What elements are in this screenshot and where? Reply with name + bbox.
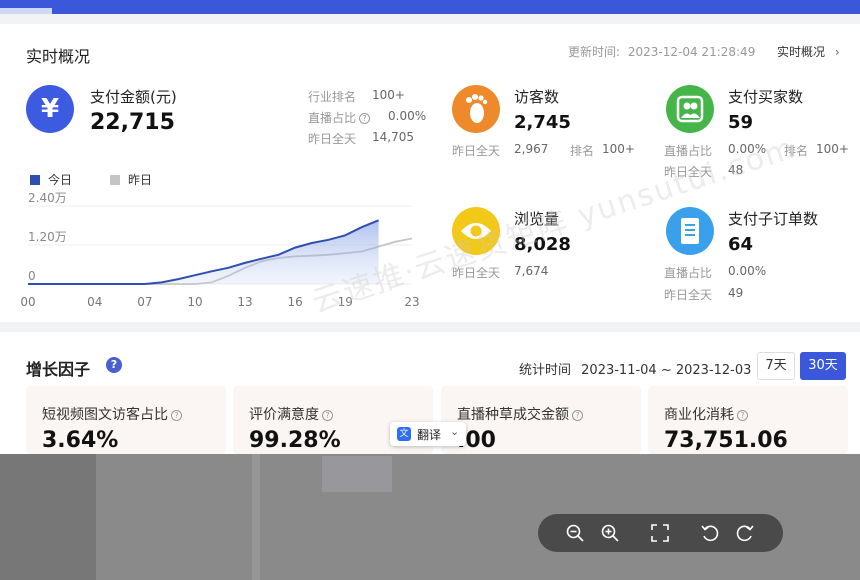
- y-tick-label: 0: [28, 269, 36, 283]
- yesterday-value: 14,705: [372, 130, 414, 144]
- update-time-label: 更新时间: 2023-12-04 21:28:49: [568, 43, 755, 60]
- realtime-overview-link[interactable]: 实时概况 ›: [777, 43, 840, 60]
- zoom-out-icon[interactable]: [565, 523, 585, 543]
- orders-value: 64: [728, 234, 754, 255]
- visitors-yesterday-value: 2,967: [514, 142, 549, 156]
- payment-label: 支付金额(元): [90, 88, 177, 106]
- card-value: 99.28%: [249, 428, 341, 453]
- card-label-text: 商业化消耗: [664, 407, 734, 423]
- update-time: 2023-12-04 21:28:49: [627, 45, 756, 59]
- growth-card-ad-spend[interactable]: 商业化消耗? 73,751.06: [648, 386, 848, 454]
- legend-today-label: 今日: [48, 173, 73, 187]
- yuan-icon: ¥: [26, 85, 74, 133]
- visitors-yesterday-label: 昨日全天: [452, 144, 501, 158]
- legend-yesterday-label: 昨日: [128, 173, 153, 187]
- translate-icon: 文: [397, 427, 411, 441]
- y-tick-label: 1.20万: [28, 230, 67, 244]
- legend-today[interactable]: 今日: [30, 171, 72, 188]
- help-icon[interactable]: ?: [322, 409, 333, 421]
- orders-live-value: 0.00%: [728, 264, 767, 278]
- card-value: 73,751.06: [664, 428, 788, 453]
- chevron-right-icon: ›: [834, 45, 840, 59]
- stat-time: 统计时间 2023-11-04 ~ 2023-12-03: [519, 359, 751, 378]
- zoom-in-icon[interactable]: [600, 523, 620, 543]
- visitors-rank-value: 100+: [602, 142, 635, 156]
- x-tick-label: 10: [187, 295, 202, 309]
- stat-time-label: 统计时间: [519, 363, 572, 378]
- realtime-title: 实时概况: [26, 47, 91, 66]
- document-icon: [666, 207, 714, 255]
- rank-value: 100+: [372, 88, 405, 102]
- legend-yesterday[interactable]: 昨日: [110, 171, 152, 188]
- orders-live-label: 直播占比: [664, 266, 713, 280]
- buyers-value: 59: [728, 112, 754, 133]
- x-tick-label: 07: [137, 295, 152, 309]
- image-viewer-toolbar: [538, 514, 783, 552]
- realtime-link-label: 实时概况: [777, 45, 826, 59]
- rank-label: 行业排名: [308, 90, 357, 104]
- legend-yesterday-swatch: [110, 175, 120, 185]
- stat-time-range: 2023-11-04 ~ 2023-12-03: [581, 363, 752, 378]
- buyers-rank-value: 100+: [816, 142, 849, 156]
- x-tick-label: 04: [87, 295, 102, 309]
- chevron-down-icon[interactable]: ⌄: [450, 425, 459, 438]
- fullscreen-icon[interactable]: [650, 523, 670, 543]
- update-label: 更新时间:: [568, 45, 621, 59]
- card-label: 评价满意度?: [249, 404, 333, 424]
- x-tick-label: 13: [237, 295, 252, 309]
- rotate-left-icon[interactable]: [700, 523, 720, 543]
- thumbnail-preview[interactable]: [322, 456, 392, 492]
- card-label-text: 短视频图文访客占比: [42, 407, 168, 423]
- help-icon[interactable]: ?: [359, 113, 371, 124]
- live-share-text: 直播占比: [308, 111, 357, 125]
- help-icon[interactable]: ?: [737, 409, 748, 421]
- x-tick-label: 16: [287, 295, 302, 309]
- card-label: 商业化消耗?: [664, 404, 748, 424]
- card-label-text: 评价满意度: [249, 407, 319, 423]
- range-30d-button[interactable]: 30天: [800, 352, 846, 380]
- help-icon[interactable]: ?: [106, 357, 122, 373]
- pageviews-yesterday-value: 7,674: [514, 264, 549, 278]
- visitors-value: 2,745: [514, 112, 571, 133]
- card-label: 短视频图文访客占比?: [42, 404, 182, 424]
- viewer-overlay-left: [0, 454, 96, 580]
- x-tick-label: 00: [20, 295, 35, 309]
- yesterday-label: 昨日全天: [308, 132, 357, 146]
- visitors-rank-label: 排名: [570, 144, 595, 158]
- translate-label: 翻译: [417, 428, 442, 442]
- growth-card-live-gmv[interactable]: 直播种草成交金额? .00: [441, 386, 641, 454]
- payment-value: 22,715: [90, 110, 175, 135]
- active-tab-indicator: [0, 8, 52, 14]
- growth-card-video-share[interactable]: 短视频图文访客占比? 3.64%: [26, 386, 226, 454]
- card-label-text: 直播种草成交金额: [457, 407, 569, 423]
- y-tick-label: 2.40万: [28, 191, 67, 205]
- visitors-label: 访客数: [514, 88, 560, 106]
- top-nav-bar: [0, 0, 860, 14]
- x-tick-label: 23: [404, 295, 419, 309]
- translate-popup[interactable]: 文 翻译 ⌄: [390, 422, 466, 446]
- live-share-label: 直播占比?: [308, 109, 371, 126]
- card-value: 3.64%: [42, 428, 119, 453]
- legend-today-swatch: [30, 175, 40, 185]
- orders-yesterday-value: 49: [728, 286, 744, 300]
- range-7d-button[interactable]: 7天: [757, 352, 795, 380]
- orders-label: 支付子订单数: [728, 210, 819, 228]
- card-label: 直播种草成交金额?: [457, 404, 583, 424]
- growth-title: 增长因子: [26, 360, 91, 379]
- help-icon[interactable]: ?: [171, 409, 182, 421]
- buyers-label: 支付买家数: [728, 88, 804, 106]
- users-icon: [666, 85, 714, 133]
- footprint-icon: [452, 85, 500, 133]
- viewer-overlay-divider: [252, 454, 260, 580]
- help-icon[interactable]: ?: [572, 409, 583, 421]
- orders-yesterday-label: 昨日全天: [664, 288, 713, 302]
- rotate-right-icon[interactable]: [735, 523, 755, 543]
- live-share-value: 0.00%: [388, 109, 427, 123]
